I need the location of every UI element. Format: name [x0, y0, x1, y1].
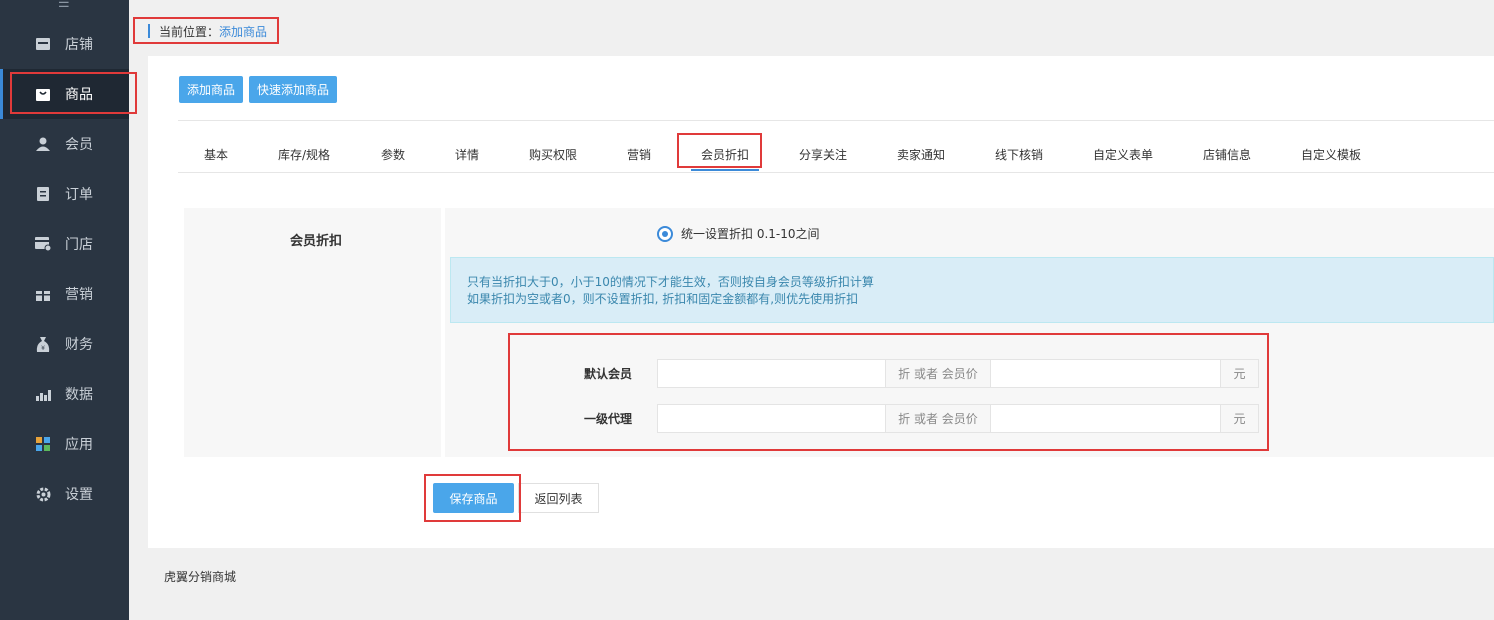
discount-addon: 折 或者 会员价: [886, 359, 991, 388]
add-goods-button[interactable]: 添加商品: [179, 76, 244, 103]
apps-icon: [35, 436, 51, 452]
tab-params[interactable]: 参数: [381, 146, 405, 163]
gear-icon: [35, 486, 51, 502]
notice-alert: 只有当折扣大于0，小于10的情况下才能生效，否则按自身会员等级折扣计算 如果折扣…: [450, 257, 1494, 323]
section-label: 会员折扣: [290, 234, 343, 249]
discount-addon: 折 或者 会员价: [886, 404, 991, 433]
tab-share-follow[interactable]: 分享关注: [799, 146, 847, 163]
order-icon: [35, 186, 51, 202]
discount-input[interactable]: [657, 404, 886, 433]
breadcrumb-current[interactable]: 添加商品: [219, 23, 267, 40]
sidebar-item-settings[interactable]: 设置: [0, 469, 129, 519]
level-row: 一级代理 折 或者 会员价 元: [584, 404, 1259, 433]
tab-marketing[interactable]: 营销: [627, 146, 651, 163]
quick-add-goods-button[interactable]: 快速添加商品: [249, 76, 338, 103]
sidebar: ☰ 店铺 商品 会员 订单 门店 营销 ¥ 财务 数据 应用 设置: [0, 0, 129, 620]
bag-icon: [35, 86, 51, 102]
level-row: 默认会员 折 或者 会员价 元: [584, 359, 1259, 388]
tab-seller-notify[interactable]: 卖家通知: [897, 146, 945, 163]
sidebar-item-member[interactable]: 会员: [0, 119, 129, 169]
radio-label: 统一设置折扣 0.1-10之间: [681, 227, 820, 241]
price-input[interactable]: [991, 359, 1221, 388]
radio-checked-icon[interactable]: [657, 225, 673, 242]
breadcrumb-bar: [148, 24, 150, 38]
price-unit-addon: 元: [1221, 404, 1259, 433]
sidebar-item-order[interactable]: 订单: [0, 169, 129, 219]
tab-details[interactable]: 详情: [455, 146, 479, 163]
sidebar-item-label: 会员: [65, 137, 93, 153]
sidebar-item-label: 门店: [65, 237, 93, 253]
divider: [178, 172, 1494, 173]
tab-stock-spec[interactable]: 库存/规格: [278, 146, 330, 163]
breadcrumb: 当前位置： 添加商品: [148, 22, 267, 40]
tab-custom-form[interactable]: 自定义表单: [1093, 146, 1153, 163]
save-goods-button[interactable]: 保存商品: [433, 483, 514, 513]
sidebar-item-label: 应用: [65, 437, 93, 453]
gift-icon: [35, 286, 51, 302]
sidebar-item-marketing[interactable]: 营销: [0, 269, 129, 319]
svg-text:¥: ¥: [41, 345, 45, 352]
price-unit-addon: 元: [1221, 359, 1259, 388]
back-to-list-button[interactable]: 返回列表: [518, 483, 599, 513]
divider: [178, 120, 1494, 121]
sidebar-item-shop[interactable]: 门店: [0, 219, 129, 269]
sidebar-item-store[interactable]: 店铺: [0, 19, 129, 69]
footer-text: 虎翼分销商城: [164, 570, 237, 584]
sidebar-item-label: 订单: [65, 187, 93, 203]
sidebar-item-label: 营销: [65, 287, 93, 303]
store-icon: [35, 36, 51, 52]
tab-offline-verify[interactable]: 线下核销: [995, 146, 1043, 163]
sidebar-item-label: 财务: [65, 337, 93, 353]
price-input[interactable]: [991, 404, 1221, 433]
tab-purchase-rights[interactable]: 购买权限: [529, 146, 577, 163]
chart-icon: [35, 386, 51, 402]
tab-store-info[interactable]: 店铺信息: [1203, 146, 1251, 163]
level-name: 一级代理: [584, 412, 633, 426]
uniform-discount-option[interactable]: 统一设置折扣 0.1-10之间: [657, 225, 820, 242]
sidebar-item-label: 数据: [65, 387, 93, 403]
sidebar-item-label: 商品: [65, 87, 93, 103]
tab-basic[interactable]: 基本: [204, 146, 228, 163]
notice-line: 只有当折扣大于0，小于10的情况下才能生效，否则按自身会员等级折扣计算: [467, 275, 874, 289]
shop-icon: [35, 236, 51, 252]
sidebar-item-data[interactable]: 数据: [0, 369, 129, 419]
menu-toggle-icon[interactable]: ☰: [58, 0, 70, 11]
notice-line: 如果折扣为空或者0，则不设置折扣, 折扣和固定金额都有,则优先使用折扣: [467, 292, 859, 306]
tab-member-discount[interactable]: 会员折扣: [701, 146, 749, 163]
tab-custom-template[interactable]: 自定义模板: [1301, 146, 1361, 163]
sidebar-item-label: 店铺: [65, 37, 93, 53]
level-name: 默认会员: [584, 367, 633, 381]
sidebar-item-label: 设置: [65, 487, 93, 503]
discount-input[interactable]: [657, 359, 886, 388]
money-bag-icon: ¥: [35, 336, 51, 352]
sidebar-item-apps[interactable]: 应用: [0, 419, 129, 469]
sidebar-item-finance[interactable]: ¥ 财务: [0, 319, 129, 369]
active-tab-underline: [691, 169, 759, 171]
form-label-column: 会员折扣: [184, 208, 441, 457]
sidebar-item-goods[interactable]: 商品: [0, 69, 129, 119]
breadcrumb-prefix: 当前位置：: [159, 24, 220, 39]
user-icon: [35, 136, 51, 152]
